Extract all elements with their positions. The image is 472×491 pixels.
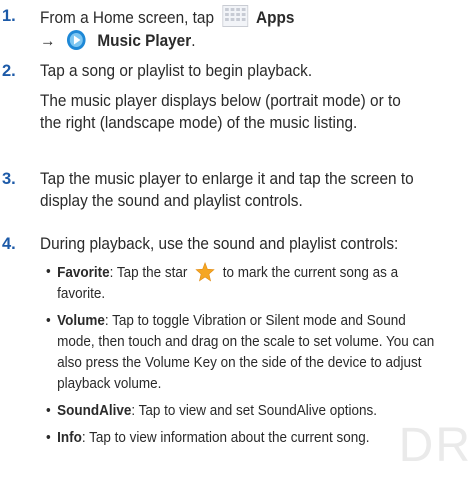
music-player-icon — [65, 29, 87, 51]
instruction-page: 1. From a Home screen, tap Apps → Music … — [2, 5, 472, 472]
apps-grid-icon — [221, 5, 249, 27]
bullet-dot: • — [46, 430, 51, 446]
step-number: 1. — [2, 7, 16, 25]
step-number: 3. — [2, 170, 16, 188]
step-number: 4. — [2, 235, 16, 253]
step-number: 2. — [2, 62, 16, 80]
draft-watermark: DR — [398, 419, 472, 472]
list-item-volume: • Volume: Tap to toggle Vibration or Sil… — [46, 313, 435, 392]
term-favorite: Favorite — [57, 265, 110, 281]
step-text: During playback, use the sound and playl… — [40, 235, 399, 253]
step-text: The music player displays below (portrai… — [40, 92, 401, 110]
step-text: the right (landscape mode) of the music … — [40, 114, 358, 132]
step-text: display the sound and playlist controls. — [40, 192, 303, 210]
term-info: Info — [57, 430, 82, 446]
step-text: Tap the music player to enlarge it and t… — [40, 170, 414, 188]
arrow-glyph: → — [40, 32, 56, 50]
list-item-favorite: • Favorite: Tap the star to mark the cur… — [46, 262, 399, 302]
step-text: From a Home screen, tap — [40, 9, 214, 27]
bullet-dot: • — [46, 264, 51, 280]
bullet-dot: • — [46, 313, 51, 329]
term-soundalive: SoundAlive — [57, 403, 132, 419]
music-player-label: Music Player — [97, 32, 192, 50]
star-icon — [195, 262, 215, 282]
bullet-dot: • — [46, 403, 51, 419]
step-text: Tap a song or playlist to begin playback… — [40, 62, 313, 80]
term-volume: Volume — [57, 313, 105, 329]
apps-label: Apps — [256, 9, 295, 27]
